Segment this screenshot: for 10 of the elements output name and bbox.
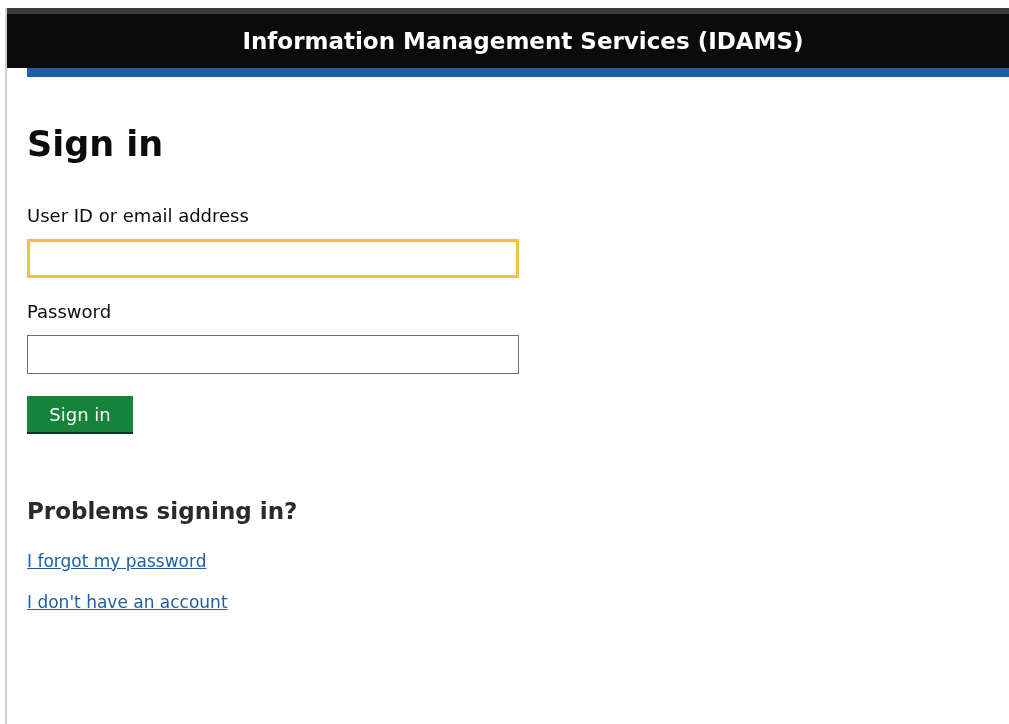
help-heading: Problems signing in? [27,497,298,526]
page-heading: Sign in [27,127,164,162]
field-label: User ID or email address [27,204,249,228]
help-link[interactable]: I don't have an account [27,590,228,616]
sign-in-button[interactable]: Sign in [27,396,133,434]
site-title: Information Management Services (IDAMS) [242,26,804,56]
input-field[interactable] [27,239,519,278]
help-link[interactable]: I forgot my password [27,548,207,574]
input-field[interactable] [27,335,519,374]
field-label: Password [27,300,112,324]
